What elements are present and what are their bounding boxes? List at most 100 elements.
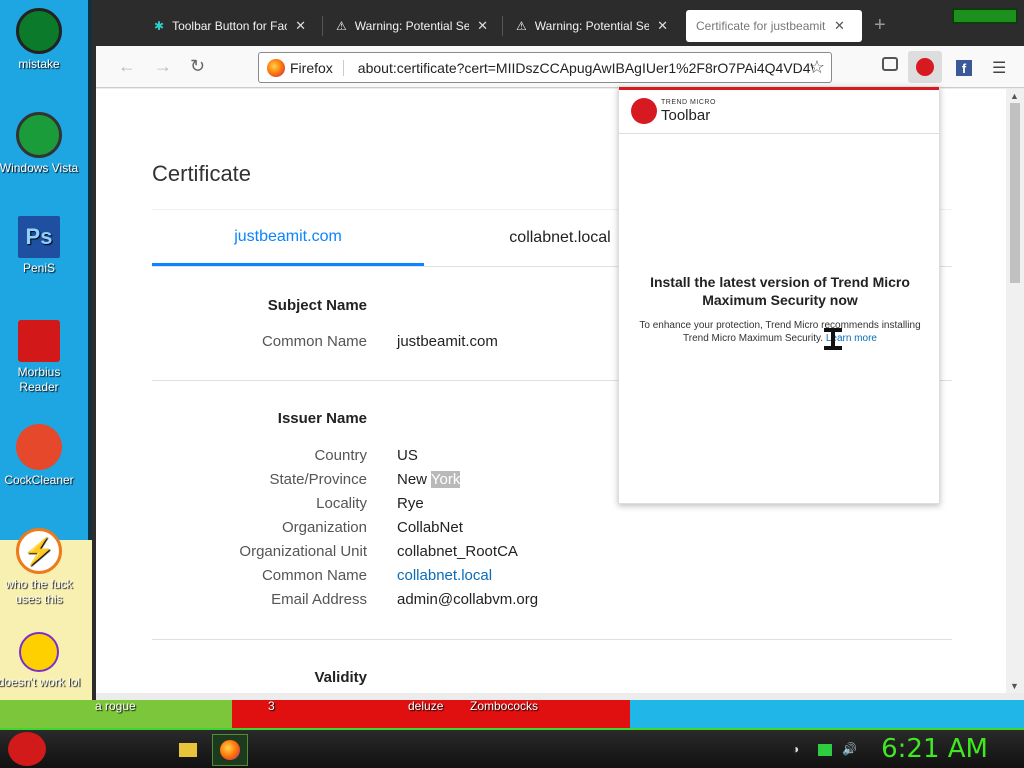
tab-title: Warning: Potential Secu [354,19,470,33]
field-label: Country [314,447,367,464]
desktop-background-blue [630,700,1024,728]
desktop-icon-mistake[interactable]: mistake [0,8,81,72]
brand-small: TREND MICRO [661,99,716,106]
text-cursor-icon [824,328,842,350]
forward-icon[interactable]: → [154,56,172,77]
tab-certificate[interactable]: Certificate for justbeamit.c ✕ [686,10,862,42]
field-label: Common Name [261,567,367,584]
navigation-toolbar: ← → ↻ Firefox about:certificate?cert=MII… [96,46,1024,88]
pdf-reader-icon [18,320,60,362]
tab-toolbar-button[interactable]: ✱ Toolbar Button for Face ✕ [144,10,316,42]
tab-justbeamit[interactable]: justbeamit.com [152,210,424,266]
desktop-icon-label: Morbius Reader [17,365,61,394]
field-label: State/Province [269,471,367,488]
taskbar-firefox[interactable] [212,734,248,766]
desktop-icon-label: PeniS [22,261,56,275]
trend-micro-toolbar-button[interactable] [908,51,942,83]
close-icon[interactable]: ✕ [834,18,845,34]
trend-micro-icon [916,58,934,76]
field-value: US [397,447,418,464]
desktop-label: deluze [408,699,444,713]
field-label: Organizational Unit [239,543,367,560]
popup-heading: Install the latest version of Trend Micr… [650,274,910,308]
field-value: collabnet_RootCA [397,543,518,560]
tab-separator [502,16,503,36]
window-controls[interactable] [952,8,1018,24]
folder-icon [179,743,197,757]
desktop-icon-label: who the fuck uses this [5,577,73,606]
tab-warning-1[interactable]: ⚠ Warning: Potential Secu ✕ [326,10,498,42]
desktop-icon-windows-vista[interactable]: Windows Vista [0,112,81,176]
tab-title: Warning: Potential Secu [534,19,650,33]
field-value: admin@collabvm.org [397,591,539,608]
page-title: Certificate [152,161,252,186]
scroll-down-icon[interactable]: ▼ [1010,681,1019,691]
desktop-label: Zombococks [470,699,539,713]
tab-strip: ✱ Toolbar Button for Face ✕ ⚠ Warning: P… [96,0,1024,46]
start-button[interactable] [8,732,46,766]
tray-network-icon[interactable]: ◑ [792,742,799,756]
close-icon[interactable]: ✕ [295,18,306,34]
desktop-icon-morbius-reader[interactable]: Morbius Reader [0,320,81,395]
warning-icon: ⚠ [336,19,347,33]
field-value: justbeamit.com [397,333,498,350]
facebook-icon[interactable]: f [956,60,972,76]
desktop-icon-label: mistake [18,57,60,71]
field-value: CollabNet [397,519,463,536]
desktop-label: 3 [268,699,275,713]
recycle-icon [16,112,62,158]
selected-text: York [430,471,461,488]
popup-body: To enhance your protection, Trend Micro … [639,319,921,345]
url-text[interactable]: about:certificate?cert=MIIDszCCApugAwIBA… [358,60,813,76]
issuer-heading: Issuer Name [277,410,367,427]
address-bar[interactable]: Firefox about:certificate?cert=MIIDszCCA… [258,52,832,83]
popup-body-text: To enhance your protection, Trend Micro … [639,320,921,344]
issuer-common-name-link[interactable]: collabnet.local [397,567,492,584]
tab-title: Toolbar Button for Face [172,19,288,33]
volume-icon[interactable]: 🔊 [842,742,857,756]
desktop-icon-cockcleaner[interactable]: CockCleaner [0,424,81,488]
menu-icon[interactable]: ☰ [992,58,1006,78]
divider [152,639,952,640]
photoshop-icon: Ps [18,216,60,258]
field-value: New York [397,471,461,488]
issuer-row: Organizational Unit collabnet_RootCA [152,543,952,565]
messenger-icon [19,632,59,672]
desktop-icon-label: Windows Vista [0,161,79,175]
tab-separator [322,16,323,36]
close-icon[interactable]: ✕ [477,18,488,34]
lightning-icon: ⚡ [16,528,62,574]
issuer-row: Email Address admin@collabvm.org [152,591,952,613]
validity-heading: Validity [314,669,367,686]
new-tab-button[interactable]: + [874,14,886,37]
field-value: Rye [397,495,424,512]
firefox-icon [267,58,285,77]
taskbar: ◑ 🔊 6:21 AM [0,728,1024,768]
trend-micro-logo-icon [631,98,657,124]
bookmark-star-icon[interactable]: ☆ [809,57,825,78]
desktop-icon-doesnt-work[interactable]: doesn't work lol [0,632,81,690]
cleaner-icon [16,424,62,470]
clock[interactable]: 6:21 AM [881,734,988,764]
desktop-icon-who-uses-this[interactable]: ⚡ who the fuck uses this [0,528,81,607]
vertical-scrollbar[interactable]: ▲ ▼ [1006,89,1024,693]
tab-title: Certificate for justbeamit.c [696,19,826,33]
field-label: Organization [281,519,367,536]
tab-warning-2[interactable]: ⚠ Warning: Potential Secu ✕ [506,10,678,42]
reload-icon[interactable]: ↻ [190,56,205,77]
desktop-icon-label: doesn't work lol [0,675,81,689]
popup-header: TREND MICRO Toolbar [619,90,939,134]
field-label: Common Name [261,333,367,350]
taskbar-file-explorer[interactable] [170,734,206,766]
warning-icon: ⚠ [516,19,527,33]
desktop-icon-label: CockCleaner [4,473,74,487]
back-icon[interactable]: ← [118,56,136,77]
scroll-up-icon[interactable]: ▲ [1010,91,1019,101]
pocket-icon[interactable] [882,57,898,71]
scrollbar-thumb[interactable] [1010,103,1020,283]
issuer-row: Organization CollabNet [152,519,952,541]
close-icon[interactable]: ✕ [657,18,668,34]
tray-display-icon[interactable] [818,744,832,756]
puzzle-icon: ✱ [154,19,165,33]
desktop-icon-penis[interactable]: Ps PeniS [0,216,81,276]
